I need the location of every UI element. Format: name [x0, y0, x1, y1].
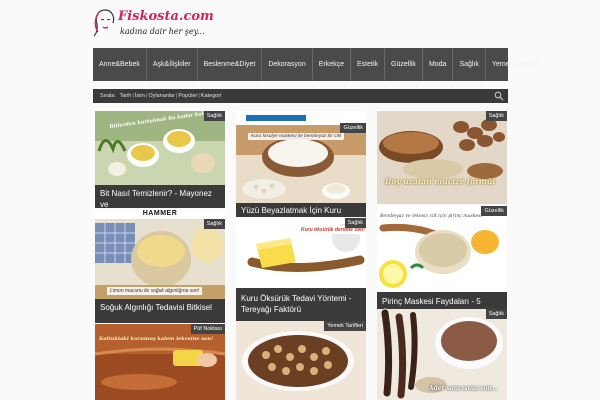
- post-overlay-text: Kuru fasulye maskesi ile bembeyaz bir ci…: [248, 133, 345, 140]
- sort-label: Sırala:: [100, 93, 116, 99]
- category-badge[interactable]: Sağlık: [485, 111, 507, 121]
- nav-item-yemek-tarifleri[interactable]: Yemek Tarifleri: [486, 48, 544, 81]
- sort-option-kategori[interactable]: Kategori: [201, 93, 222, 99]
- post-title-bar: Soğuk Algınlığı Tedavisi Bitkisel: [95, 299, 225, 323]
- nav-item-beslenme-diyet[interactable]: Beslenme&Diyet: [198, 48, 263, 81]
- post-title[interactable]: Pirinç Maskesi Faydaları - 5 Özellik: [382, 296, 502, 310]
- sort-option-populer[interactable]: Popüler: [178, 93, 197, 99]
- sort-option-tarih[interactable]: Tarih: [119, 93, 131, 99]
- woman-face-icon: [93, 9, 115, 37]
- category-badge[interactable]: Sağlık: [203, 219, 225, 229]
- post-card[interactable]: Kuru fasulye maskesi ile bembeyaz bir ci…: [236, 111, 366, 217]
- post-overlay-text: Adet sancısına son...: [429, 385, 499, 392]
- post-card[interactable]: Koltuktaki kurumuş kalem lekesine son! P…: [95, 324, 225, 400]
- ad-banner[interactable]: HAMMER: [125, 209, 195, 218]
- category-badge[interactable]: Güzellik: [481, 206, 507, 216]
- post-overlay-text: Boy uzatan mucize formül: [385, 177, 496, 186]
- nav-item-dekorasyon[interactable]: Dekorasyon: [262, 48, 313, 81]
- post-title-bar: Yüzü Beyazlatmak İçin Kuru Fasulye: [236, 203, 366, 217]
- post-title[interactable]: Yüzü Beyazlatmak İçin Kuru Fasulye: [241, 205, 361, 217]
- post-overlay-text: Limon macunu ile soğuk algınlığına son!: [107, 287, 203, 295]
- post-card[interactable]: Bembeyaz ve lekesiz cilt için pirinç mas…: [377, 206, 507, 310]
- sort-option-isim[interactable]: İsim: [135, 93, 145, 99]
- nav-item-saglik[interactable]: Sağlık: [453, 48, 486, 81]
- post-card[interactable]: Yemek Tarifleri: [236, 321, 366, 400]
- ad-banner-text: HAMMER: [142, 210, 178, 217]
- main-nav: Anne&Bebek Aşk&İlişkiler Beslenme&Diyet …: [93, 48, 537, 81]
- nav-item-moda[interactable]: Moda: [423, 48, 454, 81]
- post-overlay-text: Bembeyaz ve lekesiz cilt için pirinç mas…: [380, 214, 483, 219]
- category-badge[interactable]: Sağlık: [203, 111, 225, 121]
- post-title-bar: Bit Nasıl Temizlenir? - Mayonez ve: [95, 185, 225, 208]
- post-title[interactable]: Soğuk Algınlığı Tedavisi Bitkisel: [100, 302, 220, 313]
- search-icon[interactable]: [494, 91, 504, 101]
- logo-tagline: kadına dair her şey...: [120, 27, 205, 36]
- post-image: [377, 111, 507, 204]
- sort-bar: Sırala: Tarih | İsim | Oylananlar | Popü…: [93, 89, 508, 103]
- category-badge[interactable]: Sağlık: [485, 309, 507, 319]
- category-badge[interactable]: Sağlık: [344, 218, 366, 228]
- post-image: [236, 321, 366, 400]
- post-card[interactable]: Bitlerden kurtulmak bu kadar kolay! Sağl…: [95, 111, 225, 208]
- ad-strip[interactable]: [244, 113, 344, 123]
- category-badge[interactable]: Yemek Tarifleri: [324, 321, 366, 331]
- post-card[interactable]: HAMMER Limon macunu ile soğuk algınlığın…: [95, 209, 225, 323]
- nav-item-guzellik[interactable]: Güzellik: [385, 48, 423, 81]
- category-badge[interactable]: Güzellik: [340, 123, 366, 133]
- site-logo[interactable]: Fiskosta.com kadına dair her şey...: [92, 6, 214, 42]
- nav-item-estetik[interactable]: Estetik: [351, 48, 386, 81]
- nav-item-ask-iliskiler[interactable]: Aşk&İlişkiler: [147, 48, 198, 81]
- post-overlay-text: Koltuktaki kurumuş kalem lekesine son!: [99, 336, 214, 342]
- nav-item-erkekce[interactable]: Erkekçe: [313, 48, 352, 81]
- page: Fiskosta.com kadına dair her şey... Anne…: [0, 0, 600, 400]
- sort-option-oylananlar[interactable]: Oylananlar: [148, 93, 175, 99]
- post-title-bar: Kuru Öksürük Tedavi Yöntemi - Tereyağı F…: [236, 288, 366, 322]
- post-card[interactable]: Kuru öksürük derdine son! Sağlık Kuru Ök…: [236, 218, 366, 322]
- post-title-bar: Pirinç Maskesi Faydaları - 5 Özellik: [377, 292, 507, 310]
- category-badge[interactable]: Püf Noktası: [190, 324, 225, 334]
- nav-item-anne-bebek[interactable]: Anne&Bebek: [93, 48, 147, 81]
- post-card[interactable]: Boy uzatan mucize formül Sağlık: [377, 111, 507, 204]
- post-card[interactable]: Adet sancısına son... Sağlık: [377, 309, 507, 400]
- post-title[interactable]: Kuru Öksürük Tedavi Yöntemi - Tereyağı F…: [241, 293, 361, 315]
- post-title[interactable]: Bit Nasıl Temizlenir? - Mayonez ve: [100, 188, 220, 208]
- logo-name: Fiskosta.com: [118, 9, 214, 24]
